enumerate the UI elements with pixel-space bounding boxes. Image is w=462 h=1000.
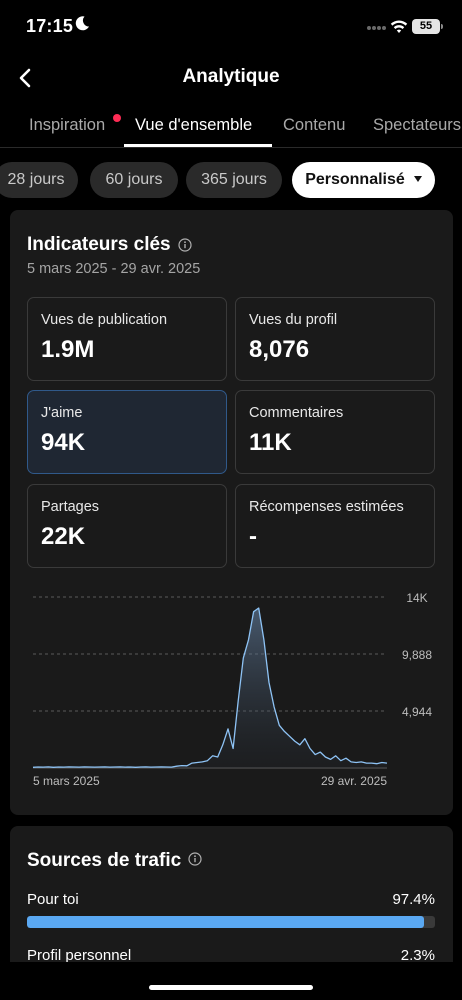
metric-value: 22K [41, 523, 86, 550]
tab-viewers[interactable]: Spectateurs [373, 116, 461, 135]
nav-header: Analytique [0, 54, 462, 102]
metric-label: Vues de publication [41, 312, 168, 328]
battery-cap [441, 24, 443, 29]
chip-label: Personnalisé [305, 171, 405, 188]
chart-x-tick-label: 5 mars 2025 [33, 774, 100, 788]
date-range: 5 mars 2025 - 29 avr. 2025 [27, 261, 201, 277]
metric-post-views[interactable]: Vues de publication 1.9M [27, 297, 227, 381]
active-tab-indicator [124, 144, 272, 147]
tab-overview[interactable]: Vue d'ensemble [135, 116, 252, 135]
metric-value: 94K [41, 429, 86, 456]
metric-shares[interactable]: Partages 22K [27, 484, 227, 568]
info-icon[interactable] [178, 238, 192, 252]
metric-value: - [249, 523, 257, 550]
chip-custom[interactable]: Personnalisé [292, 162, 435, 198]
tab-bar: Inspiration Vue d'ensemble Contenu Spect… [0, 106, 462, 148]
chart-area [33, 608, 387, 768]
moon-icon [75, 16, 89, 31]
bottom-safe-area [0, 962, 462, 1000]
chip-28-days[interactable]: 28 jours [0, 162, 78, 198]
metric-label: Vues du profil [249, 312, 338, 328]
metric-profile-views[interactable]: Vues du profil 8,076 [235, 297, 435, 381]
key-metrics-card: Indicateurs clés 5 mars 2025 - 29 avr. 2… [10, 210, 453, 815]
battery-indicator: 55 [412, 19, 440, 34]
tab-inspiration[interactable]: Inspiration [29, 116, 105, 135]
chart-y-tick-label: 9,888 [402, 648, 432, 662]
key-metrics-title: Indicateurs clés [27, 234, 171, 255]
chip-365-days[interactable]: 365 jours [186, 162, 282, 198]
metric-label: Récompenses estimées [249, 499, 404, 515]
traffic-bar-for-you [27, 916, 435, 928]
chart-y-tick-label: 4,944 [402, 705, 432, 719]
traffic-percent: 97.4% [392, 891, 435, 908]
status-bar: 17:15 55 [0, 0, 462, 50]
metric-value: 11K [249, 429, 292, 456]
chip-label: 28 jours [7, 171, 65, 188]
metric-comments[interactable]: Commentaires 11K [235, 390, 435, 474]
chart-y-tick-label: 14K [406, 591, 427, 605]
traffic-bar-fill [27, 916, 425, 928]
traffic-label: Pour toi [27, 891, 79, 908]
signal-dots-icon [367, 26, 386, 30]
metric-label: J'aime [41, 405, 83, 421]
chip-60-days[interactable]: 60 jours [90, 162, 178, 198]
info-icon[interactable] [188, 852, 202, 866]
status-time: 17:15 [26, 16, 74, 36]
page-title: Analytique [182, 66, 280, 87]
chart-series-line [32, 607, 388, 768]
likes-chart[interactable]: 14K 9,888 4,944 5 mars 2025 29 avr. 2025 [10, 582, 453, 797]
metric-label: Commentaires [249, 405, 344, 421]
metric-label: Partages [41, 499, 100, 515]
metric-likes[interactable]: J'aime 94K [27, 390, 227, 474]
caret-down-icon [413, 175, 422, 182]
notification-dot [113, 114, 121, 122]
wifi-icon [390, 20, 408, 33]
traffic-sources-title: Sources de trafic [27, 850, 182, 871]
tab-content[interactable]: Contenu [283, 116, 345, 135]
metric-estimated-rewards[interactable]: Récompenses estimées - [235, 484, 435, 568]
metric-value: 1.9M [41, 336, 95, 363]
chip-label: 60 jours [105, 171, 163, 188]
chart-x-tick-label: 29 avr. 2025 [321, 774, 387, 788]
chip-label: 365 jours [201, 171, 267, 188]
home-indicator[interactable] [149, 985, 313, 990]
metric-value: 8,076 [249, 336, 310, 363]
